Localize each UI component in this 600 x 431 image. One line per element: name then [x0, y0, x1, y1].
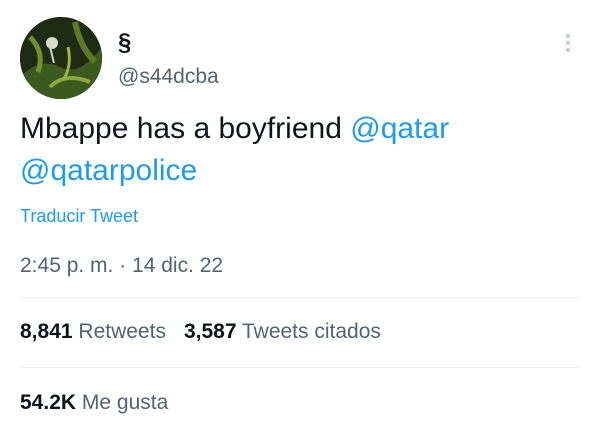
more-options-icon — [565, 33, 571, 53]
retweets-label: Retweets — [78, 320, 166, 343]
divider — [20, 367, 580, 368]
tweet-timestamp[interactable]: 2:45 p. m. · 14 dic. 22 — [20, 253, 223, 279]
quote-tweets-count: 3,587 — [183, 320, 237, 343]
avatar-image — [20, 17, 102, 99]
divider — [20, 297, 580, 298]
quote-tweets-label: Tweets citados — [241, 320, 381, 343]
author-handle[interactable]: @s44dcba — [118, 64, 219, 90]
retweets-count: 8,841 — [20, 320, 73, 343]
likes-stat-row: 54.2K Me gusta — [20, 389, 168, 417]
likes-count: 54.2K — [20, 391, 77, 414]
likes-label: Me gusta — [81, 391, 169, 414]
mention-link-qatarpolice[interactable]: @qatarpolice — [20, 154, 197, 187]
likes-stat[interactable]: 54.2K Me gusta — [20, 391, 168, 414]
author-display-name[interactable]: § — [118, 29, 131, 57]
mention-link-qatar[interactable]: @qatar — [350, 112, 449, 145]
more-options-button[interactable] — [558, 28, 578, 58]
tweet-card: § @s44dcba Mbappe has a boyfriend @qatar… — [0, 0, 600, 431]
avatar[interactable] — [20, 17, 102, 99]
tweet-text: Mbappe has a boyfriend @qatar @qatarpolic… — [20, 108, 580, 192]
tweet-body-text: Mbappe has a boyfriend — [20, 112, 351, 145]
engagement-stats: 8,841 Retweets 3,587 Tweets citados — [20, 318, 381, 346]
translate-tweet-link[interactable]: Traducir Tweet — [20, 204, 138, 228]
retweets-stat[interactable]: 8,841 Retweets — [20, 320, 166, 343]
quote-tweets-stat[interactable]: 3,587 Tweets citados — [184, 320, 381, 343]
